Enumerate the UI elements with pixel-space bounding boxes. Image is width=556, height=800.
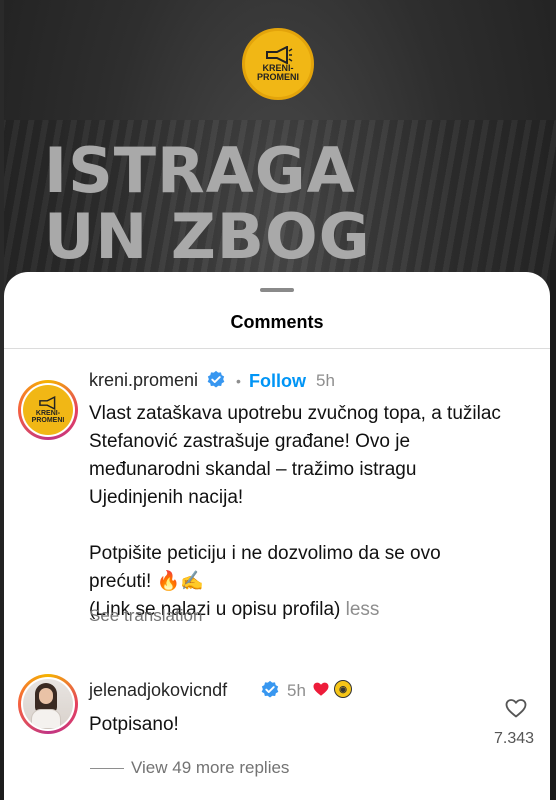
reply-username[interactable]: jelenadjokovicndf bbox=[89, 680, 227, 701]
screen-edge-right bbox=[550, 270, 556, 800]
kreni-promeni-avatar[interactable]: KRENI- PROMENI bbox=[18, 380, 78, 440]
megaphone-icon bbox=[266, 46, 293, 64]
comment-text: Vlast zataškava upotrebu zvučnog topa, a… bbox=[89, 400, 529, 624]
comments-sheet: Comments KRENI- PROMENI kreni.promeni • … bbox=[4, 272, 550, 800]
headline-line-2: UN ZBOG bbox=[44, 200, 371, 273]
avatar-logo-text: KRENI- PROMENI bbox=[31, 410, 65, 424]
reply-time: 5h bbox=[287, 681, 306, 700]
jelenadjokovicndf-avatar[interactable] bbox=[18, 674, 78, 734]
comment-username[interactable]: kreni.promeni bbox=[89, 370, 198, 391]
comment-line: prećuti! 🔥✍ bbox=[89, 571, 204, 592]
post-headline: ISTRAGA UN ZBOG bbox=[44, 138, 524, 270]
comment-time: 5h bbox=[316, 371, 335, 390]
comment-line: Ujedinjenih nacija! bbox=[89, 487, 244, 508]
like-count: 7.343 bbox=[493, 730, 535, 747]
reply-text: Potpisano! bbox=[89, 714, 179, 735]
see-translation-button[interactable]: See translation bbox=[89, 606, 202, 626]
divider bbox=[4, 348, 550, 349]
logo-text: KRENI- PROMENI bbox=[256, 63, 299, 82]
megaphone-icon bbox=[39, 396, 56, 410]
heart-icon bbox=[313, 682, 329, 696]
comment-line: međunarodni skandal – tražimo istragu bbox=[89, 459, 417, 480]
view-more-replies-button[interactable]: View 49 more replies bbox=[131, 758, 289, 778]
less-button[interactable]: less bbox=[346, 599, 380, 620]
replies-divider bbox=[90, 768, 124, 769]
like-heart-icon[interactable] bbox=[504, 696, 528, 720]
verified-badge-icon bbox=[207, 370, 225, 388]
headline-line-1: ISTRAGA bbox=[44, 134, 356, 207]
follow-button[interactable]: Follow bbox=[249, 371, 306, 392]
kreni-promeni-logo: KRENI- PROMENI bbox=[242, 28, 314, 100]
comment-line-blank bbox=[89, 512, 529, 540]
kreni-promeni-avatar-icon: ◉ bbox=[334, 680, 352, 698]
comment-line: Potpišite peticiju i ne dozvolimo da se … bbox=[89, 543, 441, 564]
comment-line: Stefanović zastrašuje građane! Ovo je bbox=[89, 431, 411, 452]
profile-photo bbox=[23, 679, 73, 729]
verified-badge-icon bbox=[261, 680, 279, 698]
creator-liked-indicator: ◉ bbox=[312, 680, 352, 698]
comment-line: Vlast zataškava upotrebu zvučnog topa, a… bbox=[89, 403, 501, 424]
sheet-drag-handle[interactable] bbox=[260, 288, 294, 292]
sheet-title: Comments bbox=[230, 312, 324, 332]
separator-dot: • bbox=[236, 373, 241, 389]
